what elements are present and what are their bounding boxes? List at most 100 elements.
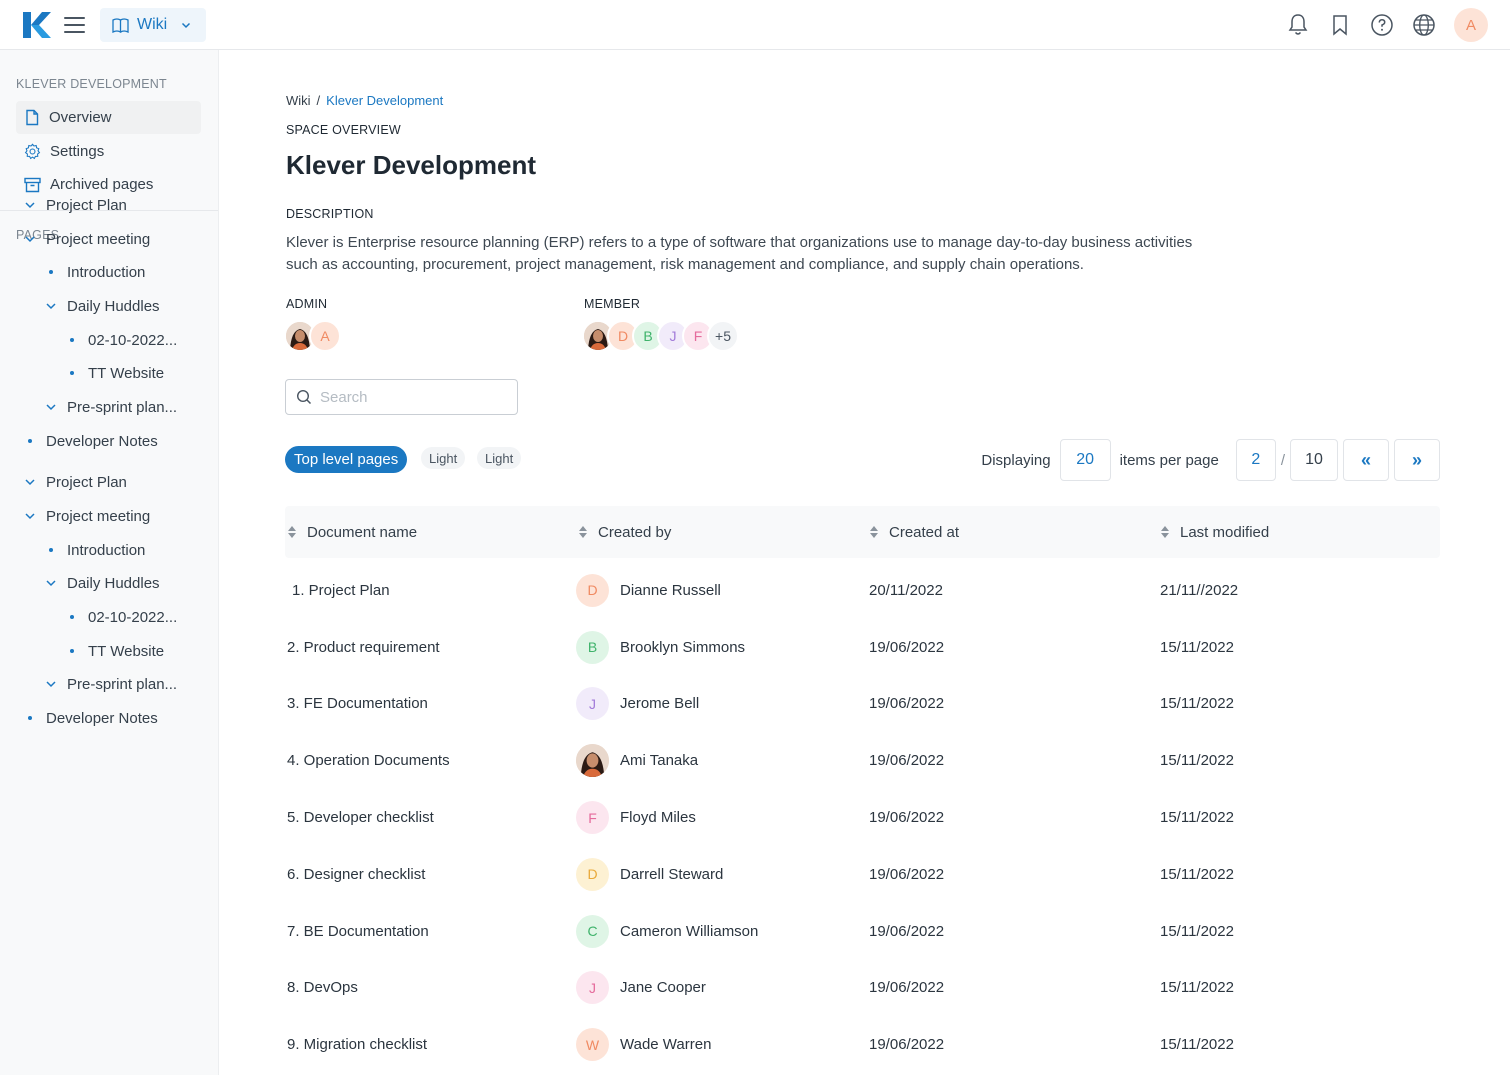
created-at-cell: 19/06/2022 (869, 1036, 945, 1054)
table-row[interactable]: 2. Product requirement B Brooklyn Simmons 1… (285, 619, 1440, 676)
sidebar-page-item[interactable]: Introduction (45, 258, 145, 286)
table-row[interactable]: 4. Operation Documents Ami Tanaka 19/06/20… (285, 732, 1440, 789)
column-header-last-modified[interactable]: Last modified (1160, 506, 1269, 558)
filter-light-1[interactable]: Light (421, 447, 466, 469)
creator-avatar[interactable]: D (576, 857, 609, 891)
prev-page-button[interactable]: « (1343, 439, 1389, 481)
table-row[interactable]: 3. FE Documentation J Jerome Bell 19/06/202… (285, 676, 1440, 733)
table-row[interactable]: 7. BE Documentation C Cameron Williamson 19… (285, 903, 1440, 960)
sidebar-page-item[interactable]: Introduction (45, 536, 145, 564)
document-name-cell[interactable]: 8. DevOps (287, 960, 358, 1017)
sidebar-page-label: 02-10-2022... (88, 608, 178, 626)
sidebar-page-item[interactable]: Pre-sprint plan... (45, 670, 177, 698)
sidebar-page-item[interactable]: TT Website (66, 637, 164, 665)
sidebar-page-item[interactable]: Daily Huddles (45, 292, 160, 320)
table-row[interactable]: 8. DevOps J Jane Cooper 19/06/2022 15/11/202… (285, 960, 1440, 1017)
last-modified-cell: 15/11/2022 (1160, 809, 1234, 827)
current-page-input[interactable]: 2 (1235, 439, 1276, 481)
sidebar-page-item[interactable]: Project meeting (24, 225, 150, 253)
bookmark-icon[interactable] (1328, 13, 1352, 37)
chevron-down-icon[interactable] (45, 401, 57, 413)
search-field[interactable] (285, 379, 518, 415)
chevron-down-icon[interactable] (45, 678, 57, 690)
table-row[interactable]: 9. Migration checklist W Wade Warren 19/06/… (285, 1016, 1440, 1073)
breadcrumb-current[interactable]: Klever Development (326, 93, 443, 108)
document-name-cell[interactable]: 4. Operation Documents (287, 732, 450, 789)
search-icon (296, 389, 312, 405)
sidebar-page-item[interactable]: Project meeting (24, 502, 150, 530)
help-icon[interactable] (1370, 13, 1394, 37)
column-header-created-at[interactable]: Created at (869, 506, 959, 558)
document-name-cell[interactable]: 2. Product requirement (287, 619, 440, 676)
sidebar-page-item[interactable]: 02-10-2022... (66, 326, 177, 354)
breadcrumb-root[interactable]: Wiki (286, 93, 311, 108)
sidebar-page-item[interactable]: Daily Huddles (45, 569, 160, 597)
next-page-button[interactable]: » (1394, 439, 1440, 481)
creator-avatar[interactable]: J (576, 971, 609, 1005)
creator-avatar[interactable]: D (576, 573, 609, 607)
document-name-cell[interactable]: 7. BE Documentation (287, 903, 429, 960)
menu-toggle-icon[interactable] (64, 14, 86, 36)
chevron-down-icon[interactable] (24, 476, 36, 488)
sidebar-page-item[interactable]: 02-10-2022... (66, 603, 177, 631)
admin-avatar[interactable]: A (309, 320, 341, 352)
sidebar-page-item[interactable]: Developer Notes (24, 704, 158, 732)
sidebar-page-item[interactable]: Project Plan (24, 468, 127, 496)
filter-light-2[interactable]: Light (477, 447, 522, 469)
creator-avatar[interactable] (576, 744, 609, 778)
document-name-cell[interactable]: 1. Project Plan (292, 562, 390, 619)
sidebar-page-label: Daily Huddles (67, 574, 160, 592)
sidebar-item-overview[interactable]: Overview (16, 101, 201, 134)
bullet-icon (24, 439, 36, 443)
creator-avatar[interactable]: F (576, 801, 609, 835)
creator-avatar[interactable]: W (576, 1028, 609, 1062)
sidebar-item-settings[interactable]: Settings (16, 135, 201, 168)
chevron-down-icon[interactable] (45, 577, 57, 589)
creator-name: Brooklyn Simmons (620, 638, 746, 656)
sidebar-page-label: 02-10-2022... (88, 331, 178, 349)
creator-avatar[interactable]: B (576, 630, 609, 664)
column-header-created-by[interactable]: Created by (578, 506, 671, 558)
creator-avatar[interactable]: C (576, 914, 609, 948)
created-by-cell: D Dianne Russell (576, 562, 721, 619)
space-switcher-button[interactable]: Wiki (100, 8, 206, 42)
filter-top-level-pages[interactable]: Top level pages (285, 446, 408, 473)
chevron-down-icon[interactable] (24, 510, 36, 522)
chevron-down-icon[interactable] (24, 233, 36, 245)
member-avatar-initial: F (693, 328, 703, 344)
sort-icon (287, 525, 297, 539)
sidebar-page-item[interactable]: Project Plan (24, 191, 127, 219)
pagination: Displaying 20 items per page 2 / 10 « » (981, 439, 1440, 481)
created-at-cell: 20/11/2022 (869, 581, 943, 599)
creator-avatar-initial: D (587, 866, 598, 883)
table-row[interactable]: 5. Developer checklist F Floyd Miles 19/06/… (285, 789, 1440, 846)
sidebar-page-item[interactable]: Developer Notes (24, 427, 158, 455)
document-name-cell[interactable]: 9. Migration checklist (287, 1016, 427, 1073)
document-name-cell[interactable]: 6. Designer checklist (287, 846, 425, 903)
last-modified-cell: 15/11/2022 (1160, 638, 1234, 656)
chevron-down-icon[interactable] (24, 199, 36, 211)
table-row[interactable]: 1. Project Plan D Dianne Russell 20/11/2022… (285, 562, 1440, 619)
creator-avatar[interactable]: J (576, 687, 609, 721)
bell-icon[interactable] (1286, 13, 1310, 37)
per-page-select[interactable]: 20 (1059, 439, 1111, 481)
user-avatar[interactable]: A (1454, 8, 1488, 42)
column-header-document-name[interactable]: Document name (287, 506, 417, 558)
last-modified-cell: 15/11/2022 (1160, 1036, 1234, 1054)
member-more-badge[interactable]: +5 (707, 320, 739, 352)
globe-icon[interactable] (1412, 13, 1436, 37)
sidebar-page-item[interactable]: Pre-sprint plan... (45, 393, 177, 421)
document-name-cell[interactable]: 5. Developer checklist (287, 789, 434, 846)
klever-logo[interactable] (23, 12, 51, 38)
sidebar-page-item[interactable]: TT Website (66, 359, 164, 387)
document-name-cell[interactable]: 3. FE Documentation (287, 676, 428, 733)
chevron-down-icon[interactable] (45, 300, 57, 312)
created-by-cell: J Jerome Bell (576, 676, 699, 733)
sort-icon (1160, 525, 1170, 539)
created-at-cell: 19/06/2022 (869, 922, 945, 940)
search-input[interactable] (320, 388, 500, 406)
sidebar-item-label: Settings (50, 143, 105, 160)
member-label: MEMBER (584, 297, 641, 311)
creator-name: Ami Tanaka (620, 752, 699, 770)
table-row[interactable]: 6. Designer checklist D Darrell Steward 19/… (285, 846, 1440, 903)
